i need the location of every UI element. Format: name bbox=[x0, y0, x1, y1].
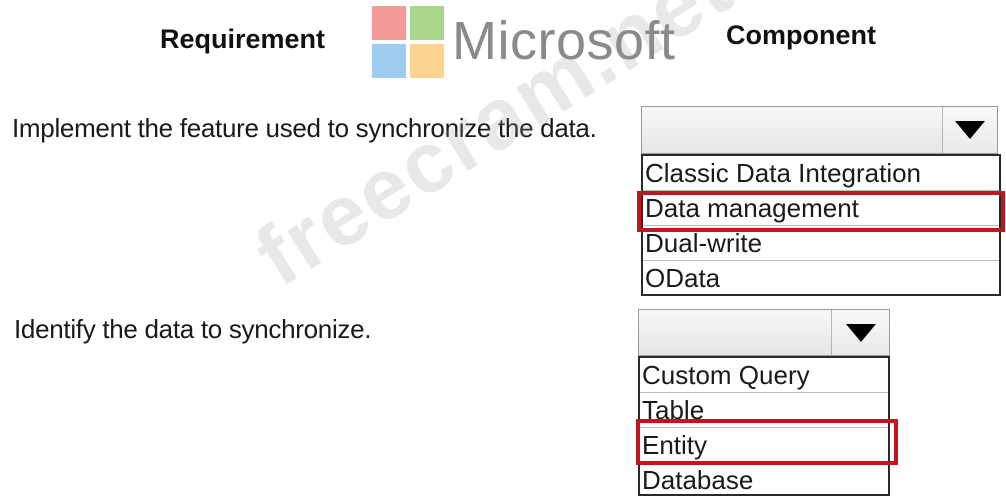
component-dropdown-1[interactable] bbox=[641, 106, 998, 154]
logo-square-red bbox=[372, 6, 406, 40]
option-database[interactable]: Database bbox=[640, 463, 888, 498]
dropdown-arrow-button[interactable] bbox=[831, 310, 889, 355]
component-dropdown-2[interactable] bbox=[638, 309, 890, 356]
option-odata[interactable]: OData bbox=[643, 261, 999, 296]
chevron-down-icon bbox=[845, 323, 876, 342]
dropdown-arrow-button[interactable] bbox=[942, 107, 997, 153]
chevron-down-icon bbox=[955, 121, 985, 139]
requirement-header: Requirement bbox=[160, 24, 326, 54]
dropdown-options-1: Classic Data Integration Data management… bbox=[641, 154, 1001, 296]
requirement-text-2: Identify the data to synchronize. bbox=[14, 314, 372, 344]
logo-square-blue bbox=[372, 44, 406, 78]
logo-square-yellow bbox=[410, 44, 444, 78]
option-data-management[interactable]: Data management bbox=[643, 191, 999, 226]
option-dual-write[interactable]: Dual-write bbox=[643, 226, 999, 261]
dropdown-options-2: Custom Query Table Entity Database bbox=[638, 356, 890, 496]
option-custom-query[interactable]: Custom Query bbox=[640, 358, 888, 393]
option-classic-data-integration[interactable]: Classic Data Integration bbox=[643, 156, 999, 191]
component-header: Component bbox=[726, 20, 876, 50]
logo-square-green bbox=[410, 6, 444, 40]
option-entity[interactable]: Entity bbox=[640, 428, 888, 463]
option-table[interactable]: Table bbox=[640, 393, 888, 428]
